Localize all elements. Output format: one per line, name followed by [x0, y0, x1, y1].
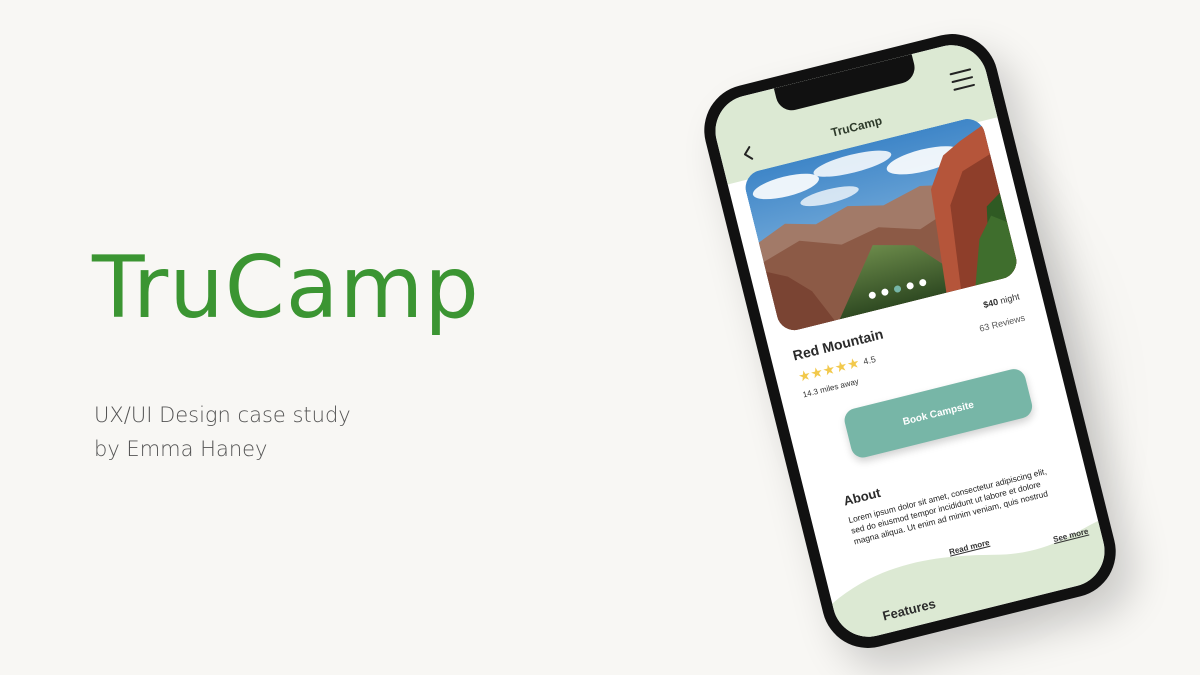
rating-value: 4.5 — [862, 353, 877, 367]
about-heading: About — [841, 484, 883, 509]
hamburger-menu-icon — [949, 68, 972, 76]
price-amount: $40 — [982, 296, 1000, 311]
subtitle-line-2: by Emma Haney — [94, 437, 268, 461]
book-campsite-button[interactable]: Book Campsite — [842, 366, 1035, 461]
price-unit: night — [999, 291, 1021, 306]
hamburger-menu-icon — [951, 75, 974, 84]
brand-title: TruCamp — [92, 238, 480, 338]
reviews-link[interactable]: 63 Reviews — [978, 313, 1026, 334]
subtitle-line-1: UX/UI Design case study — [94, 403, 351, 427]
menu-button[interactable] — [949, 68, 976, 91]
case-study-subtitle: UX/UI Design case study by Emma Haney — [94, 398, 351, 466]
campsite-price: $40 night — [982, 291, 1020, 310]
